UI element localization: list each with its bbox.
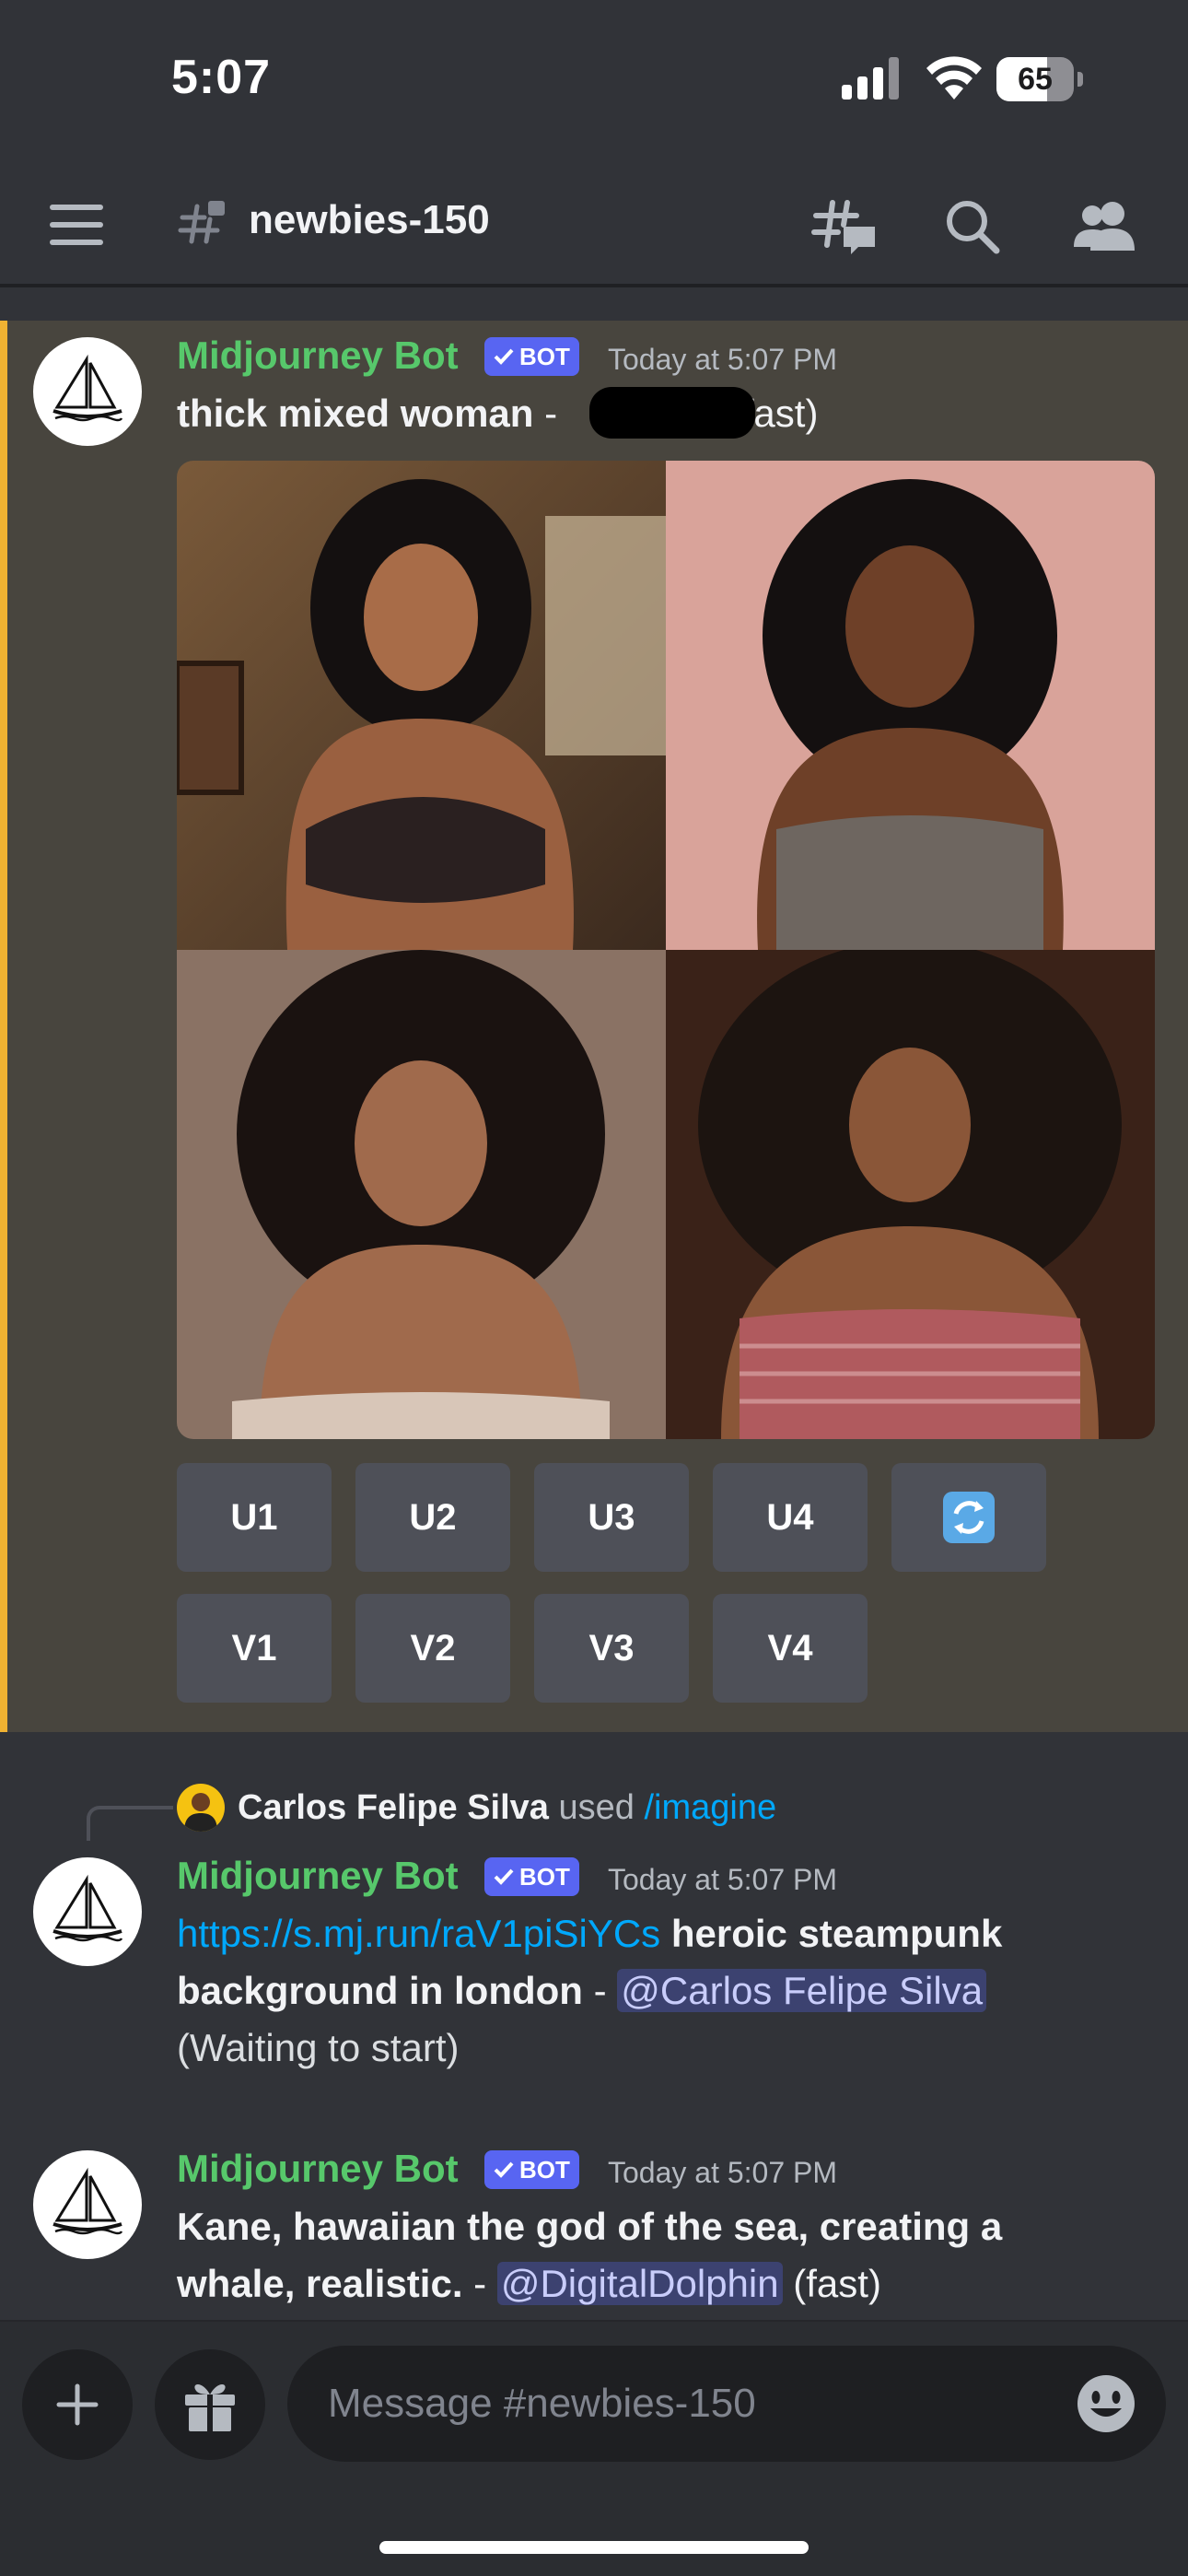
wifi-icon xyxy=(926,56,982,100)
message-input-placeholder: Message #newbies-150 xyxy=(328,2381,756,2426)
timestamp: Today at 5:07 PM xyxy=(608,343,838,376)
reply-context: Carlos Felipe Silva used /imagine xyxy=(238,1788,777,1827)
sailboat-icon xyxy=(52,354,123,422)
avatar[interactable] xyxy=(33,337,142,446)
message-content: https://s.mj.run/raV1piSiYCs heroic stea… xyxy=(177,1905,1153,2077)
reroll-button[interactable] xyxy=(891,1463,1046,1572)
channel-name[interactable]: newbies-150 xyxy=(249,197,490,243)
username[interactable]: Midjourney Bot xyxy=(177,2147,459,2191)
image-grid[interactable] xyxy=(177,461,1155,1439)
add-attachment-button[interactable] xyxy=(22,2349,133,2460)
upscale-button-4[interactable]: U4 xyxy=(713,1463,868,1572)
mention-highlight-bar xyxy=(0,321,7,1732)
battery-indicator: 65 xyxy=(996,57,1085,101)
checkmark-icon xyxy=(494,2161,514,2178)
generated-image-1[interactable] xyxy=(177,461,666,950)
menu-icon[interactable] xyxy=(50,205,103,245)
generated-image-3[interactable] xyxy=(177,950,666,1439)
bot-badge: BOT xyxy=(484,337,579,376)
timestamp: Today at 5:07 PM xyxy=(608,1863,838,1896)
cellular-signal-icon xyxy=(842,57,899,100)
members-icon[interactable] xyxy=(1074,199,1135,251)
plus-icon xyxy=(56,2383,99,2426)
checkmark-icon xyxy=(494,1868,514,1885)
gift-icon xyxy=(185,2384,235,2431)
variation-button-2[interactable]: V2 xyxy=(355,1594,510,1703)
threads-icon[interactable] xyxy=(810,197,877,256)
message-content: Kane, hawaiian the god of the sea, creat… xyxy=(177,2205,1003,2305)
command-name[interactable]: /imagine xyxy=(644,1788,776,1827)
bot-badge: BOT xyxy=(484,1857,579,1896)
emoji-icon[interactable] xyxy=(1076,2373,1136,2434)
composer-divider xyxy=(0,2320,1188,2322)
image-link[interactable]: https://s.mj.run/raV1piSiYCs xyxy=(177,1912,660,1955)
search-icon[interactable] xyxy=(943,197,1000,254)
bot-badge: BOT xyxy=(484,2150,579,2189)
upscale-button-1[interactable]: U1 xyxy=(177,1463,332,1572)
generated-image-2[interactable] xyxy=(666,461,1155,950)
home-indicator xyxy=(379,2541,809,2554)
variation-button-1[interactable]: V1 xyxy=(177,1594,332,1703)
header-divider xyxy=(0,284,1188,287)
username[interactable]: Midjourney Bot xyxy=(177,1854,459,1898)
checkmark-icon xyxy=(494,348,514,365)
user-mention[interactable]: @Carlos Felipe Silva xyxy=(617,1969,987,2012)
redacted-mention xyxy=(589,387,755,439)
username[interactable]: Midjourney Bot xyxy=(177,334,459,378)
user-mention[interactable]: @DigitalDolphin xyxy=(496,2262,783,2305)
avatar[interactable] xyxy=(33,2150,142,2259)
prompt-text: thick mixed woman xyxy=(177,392,534,435)
upscale-button-3[interactable]: U3 xyxy=(534,1463,689,1572)
reply-avatar[interactable] xyxy=(177,1784,225,1832)
reply-connector xyxy=(87,1806,173,1841)
upscale-button-2[interactable]: U2 xyxy=(355,1463,510,1572)
status-text: (fast) xyxy=(793,2262,881,2305)
avatar[interactable] xyxy=(33,1857,142,1966)
status-text: (Waiting to start) xyxy=(177,2026,460,2069)
timestamp: Today at 5:07 PM xyxy=(608,2156,838,2189)
reply-username[interactable]: Carlos Felipe Silva xyxy=(238,1788,549,1827)
variation-button-3[interactable]: V3 xyxy=(534,1594,689,1703)
variation-button-4[interactable]: V4 xyxy=(713,1594,868,1703)
gift-button[interactable] xyxy=(155,2349,265,2460)
battery-level: 65 xyxy=(1018,62,1053,97)
refresh-icon xyxy=(943,1492,995,1543)
hash-icon xyxy=(178,201,225,244)
status-time: 5:07 xyxy=(171,51,272,104)
generated-image-4[interactable] xyxy=(666,950,1155,1439)
sailboat-icon xyxy=(52,1874,123,1942)
sailboat-icon xyxy=(52,2167,123,2235)
